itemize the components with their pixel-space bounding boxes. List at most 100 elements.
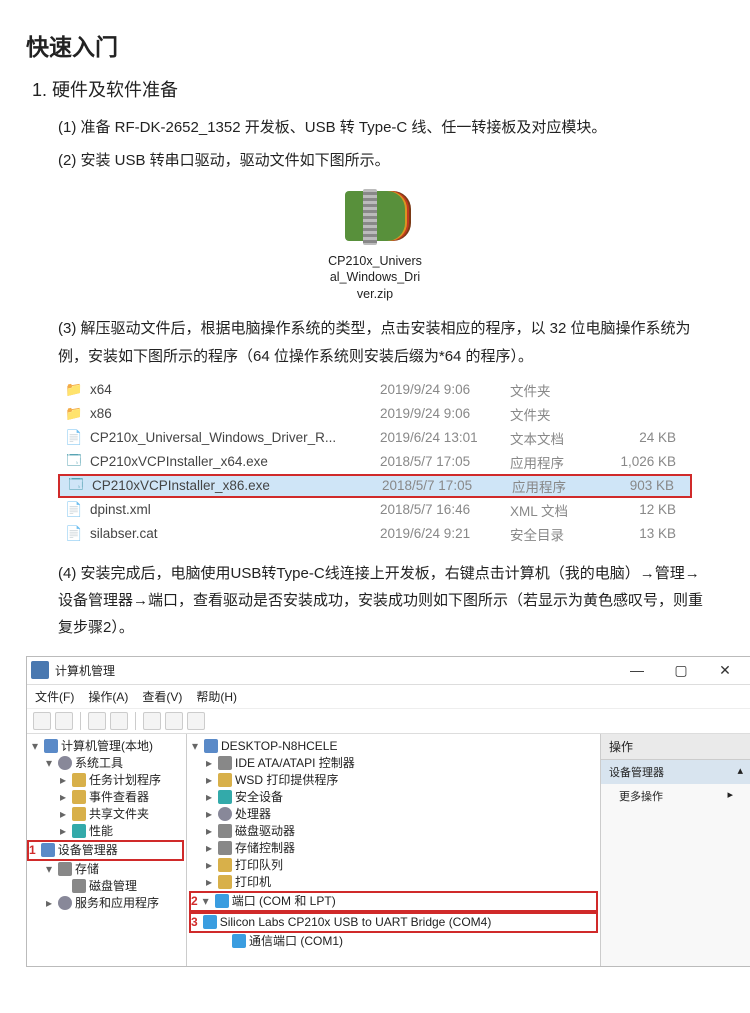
file-type: XML 文档	[510, 500, 600, 520]
file-row[interactable]: 🗔 CP210xVCPInstaller_x64.exe2018/5/7 17:0…	[58, 450, 692, 474]
file-type: 文本文档	[510, 428, 600, 448]
node-task-scheduler[interactable]: 任务计划程序	[89, 772, 161, 789]
toolbar-back-icon[interactable]	[33, 712, 51, 730]
file-type: 应用程序	[510, 452, 600, 472]
file-row[interactable]: 🗔 CP210xVCPInstaller_x86.exe2018/5/7 17:0…	[58, 474, 692, 498]
actions-more[interactable]: 更多操作▸	[601, 784, 750, 808]
file-date: 2018/5/7 16:46	[380, 502, 510, 517]
node-ide-ata[interactable]: IDE ATA/ATAPI 控制器	[235, 755, 355, 772]
node-computer-management[interactable]: 计算机管理(本地)	[61, 738, 153, 755]
host-icon	[204, 739, 218, 753]
ide-icon	[218, 756, 232, 770]
file-type: 文件夹	[510, 404, 600, 424]
node-storage[interactable]: 存储	[75, 861, 99, 878]
node-services-and-apps[interactable]: 服务和应用程序	[75, 895, 159, 912]
toolbar-help-icon[interactable]	[143, 712, 161, 730]
node-event-viewer[interactable]: 事件查看器	[89, 789, 149, 806]
marker-1: 1	[29, 842, 36, 859]
toolbar-forward-icon[interactable]	[55, 712, 73, 730]
file-name: dpinst.xml	[90, 502, 380, 517]
node-system-tools[interactable]: 系统工具	[75, 755, 123, 772]
file-size: 13 KB	[600, 526, 686, 541]
step-3: (3) 解压驱动文件后，根据电脑操作系统的类型，点击安装相应的程序，以 32 位…	[58, 315, 714, 370]
cpu-icon	[218, 807, 232, 821]
node-ports-com-lpt[interactable]: 端口 (COM 和 LPT)	[232, 893, 336, 910]
section-heading: 1. 硬件及软件准备	[32, 76, 724, 102]
left-tree[interactable]: ▾计算机管理(本地) ▾系统工具 ▸任务计划程序 ▸事件查看器 ▸共享文件夹 ▸…	[27, 734, 187, 966]
node-hostname[interactable]: DESKTOP-N8HCELE	[221, 738, 337, 755]
storage-ctrl-icon	[218, 841, 232, 855]
node-cp210x-bridge[interactable]: Silicon Labs CP210x USB to UART Bridge (…	[220, 914, 492, 931]
file-size: 12 KB	[600, 502, 686, 517]
menu-help[interactable]: 帮助(H)	[196, 688, 237, 705]
maximize-button[interactable]: ▢	[659, 657, 703, 683]
app-icon	[31, 661, 49, 679]
toolbar-prop-icon[interactable]	[88, 712, 106, 730]
file-size: 24 KB	[600, 430, 686, 445]
security-icon	[218, 790, 232, 804]
node-wsd-print[interactable]: WSD 打印提供程序	[235, 772, 338, 789]
file-row[interactable]: 📁x862019/9/24 9:06文件夹	[58, 402, 692, 426]
file-explorer-listing: 📁x642019/9/24 9:06文件夹📁x862019/9/24 9:06文…	[58, 378, 692, 546]
node-storage-controllers[interactable]: 存储控制器	[235, 840, 295, 857]
caret-up-icon: ▴	[737, 764, 743, 780]
toolbar-view-icon[interactable]	[165, 712, 183, 730]
task-icon	[72, 773, 86, 787]
menu-view[interactable]: 查看(V)	[142, 688, 182, 705]
printer-icon	[218, 875, 232, 889]
file-date: 2018/5/7 17:05	[380, 454, 510, 469]
titlebar[interactable]: 计算机管理 — ▢ ✕	[27, 657, 750, 685]
menubar[interactable]: 文件(F) 操作(A) 查看(V) 帮助(H)	[27, 685, 750, 709]
toolbar[interactable]	[27, 709, 750, 734]
minimize-button[interactable]: —	[615, 657, 659, 683]
device-tree[interactable]: ▾DESKTOP-N8HCELE ▸IDE ATA/ATAPI 控制器 ▸WSD…	[187, 734, 601, 966]
file-icon: 📄	[64, 501, 84, 518]
file-row[interactable]: 📄silabser.cat2019/6/24 9:21安全目录13 KB	[58, 522, 692, 546]
file-size: 1,026 KB	[600, 454, 686, 469]
node-processors[interactable]: 处理器	[235, 806, 271, 823]
menu-action[interactable]: 操作(A)	[88, 688, 128, 705]
node-shared-folders[interactable]: 共享文件夹	[89, 806, 149, 823]
close-button[interactable]: ✕	[703, 657, 747, 683]
file-date: 2018/5/7 17:05	[382, 478, 512, 493]
caret-right-icon: ▸	[727, 788, 733, 804]
node-disk-management[interactable]: 磁盘管理	[89, 878, 137, 895]
file-date: 2019/9/24 9:06	[380, 382, 510, 397]
node-printers[interactable]: 打印机	[235, 874, 271, 891]
menu-file[interactable]: 文件(F)	[35, 688, 74, 705]
file-row[interactable]: 📄 dpinst.xml2018/5/7 16:46XML 文档12 KB	[58, 498, 692, 522]
file-row[interactable]: 📄 CP210x_Universal_Windows_Driver_R...201…	[58, 426, 692, 450]
step-4: (4) 安装完成后，电脑使用USB转Type-C线连接上开发板，右键点击计算机（…	[58, 560, 714, 642]
file-name: CP210x_Universal_Windows_Driver_R...	[90, 430, 380, 445]
file-icon: 📁	[64, 405, 84, 422]
node-device-manager[interactable]: 设备管理器	[58, 842, 118, 859]
step-2: (2) 安装 USB 转串口驱动，驱动文件如下图所示。	[58, 147, 714, 174]
file-icon: 📄	[64, 429, 84, 446]
file-icon: 🗔	[64, 450, 84, 474]
file-name: CP210xVCPInstaller_x86.exe	[92, 478, 382, 493]
marker-2: 2	[191, 893, 198, 910]
zip-figure: CP210x_Univers al_Windows_Dri ver.zip	[26, 185, 724, 304]
file-name: CP210xVCPInstaller_x64.exe	[90, 454, 380, 469]
file-icon: 🗔	[66, 474, 86, 498]
node-com1[interactable]: 通信端口 (COM1)	[249, 933, 343, 950]
services-icon	[58, 896, 72, 910]
computer-management-window: 计算机管理 — ▢ ✕ 文件(F) 操作(A) 查看(V) 帮助(H) ▾计算机…	[26, 656, 750, 967]
node-disk-drives[interactable]: 磁盘驱动器	[235, 823, 295, 840]
devmgr-icon	[41, 843, 55, 857]
file-row[interactable]: 📁x642019/9/24 9:06文件夹	[58, 378, 692, 402]
port-icon	[215, 894, 229, 908]
node-security-devices[interactable]: 安全设备	[235, 789, 283, 806]
node-print-queues[interactable]: 打印队列	[235, 857, 283, 874]
toolbar-extra-icon[interactable]	[187, 712, 205, 730]
actions-subheader[interactable]: 设备管理器▴	[601, 760, 750, 784]
window-title: 计算机管理	[55, 662, 615, 679]
com1-icon	[232, 934, 246, 948]
file-date: 2019/6/24 9:21	[380, 526, 510, 541]
toolbar-refresh-icon[interactable]	[110, 712, 128, 730]
file-icon: 📄	[64, 525, 84, 542]
node-performance[interactable]: 性能	[89, 823, 113, 840]
computer-icon	[44, 739, 58, 753]
actions-header: 操作	[601, 734, 750, 760]
file-date: 2019/6/24 13:01	[380, 430, 510, 445]
